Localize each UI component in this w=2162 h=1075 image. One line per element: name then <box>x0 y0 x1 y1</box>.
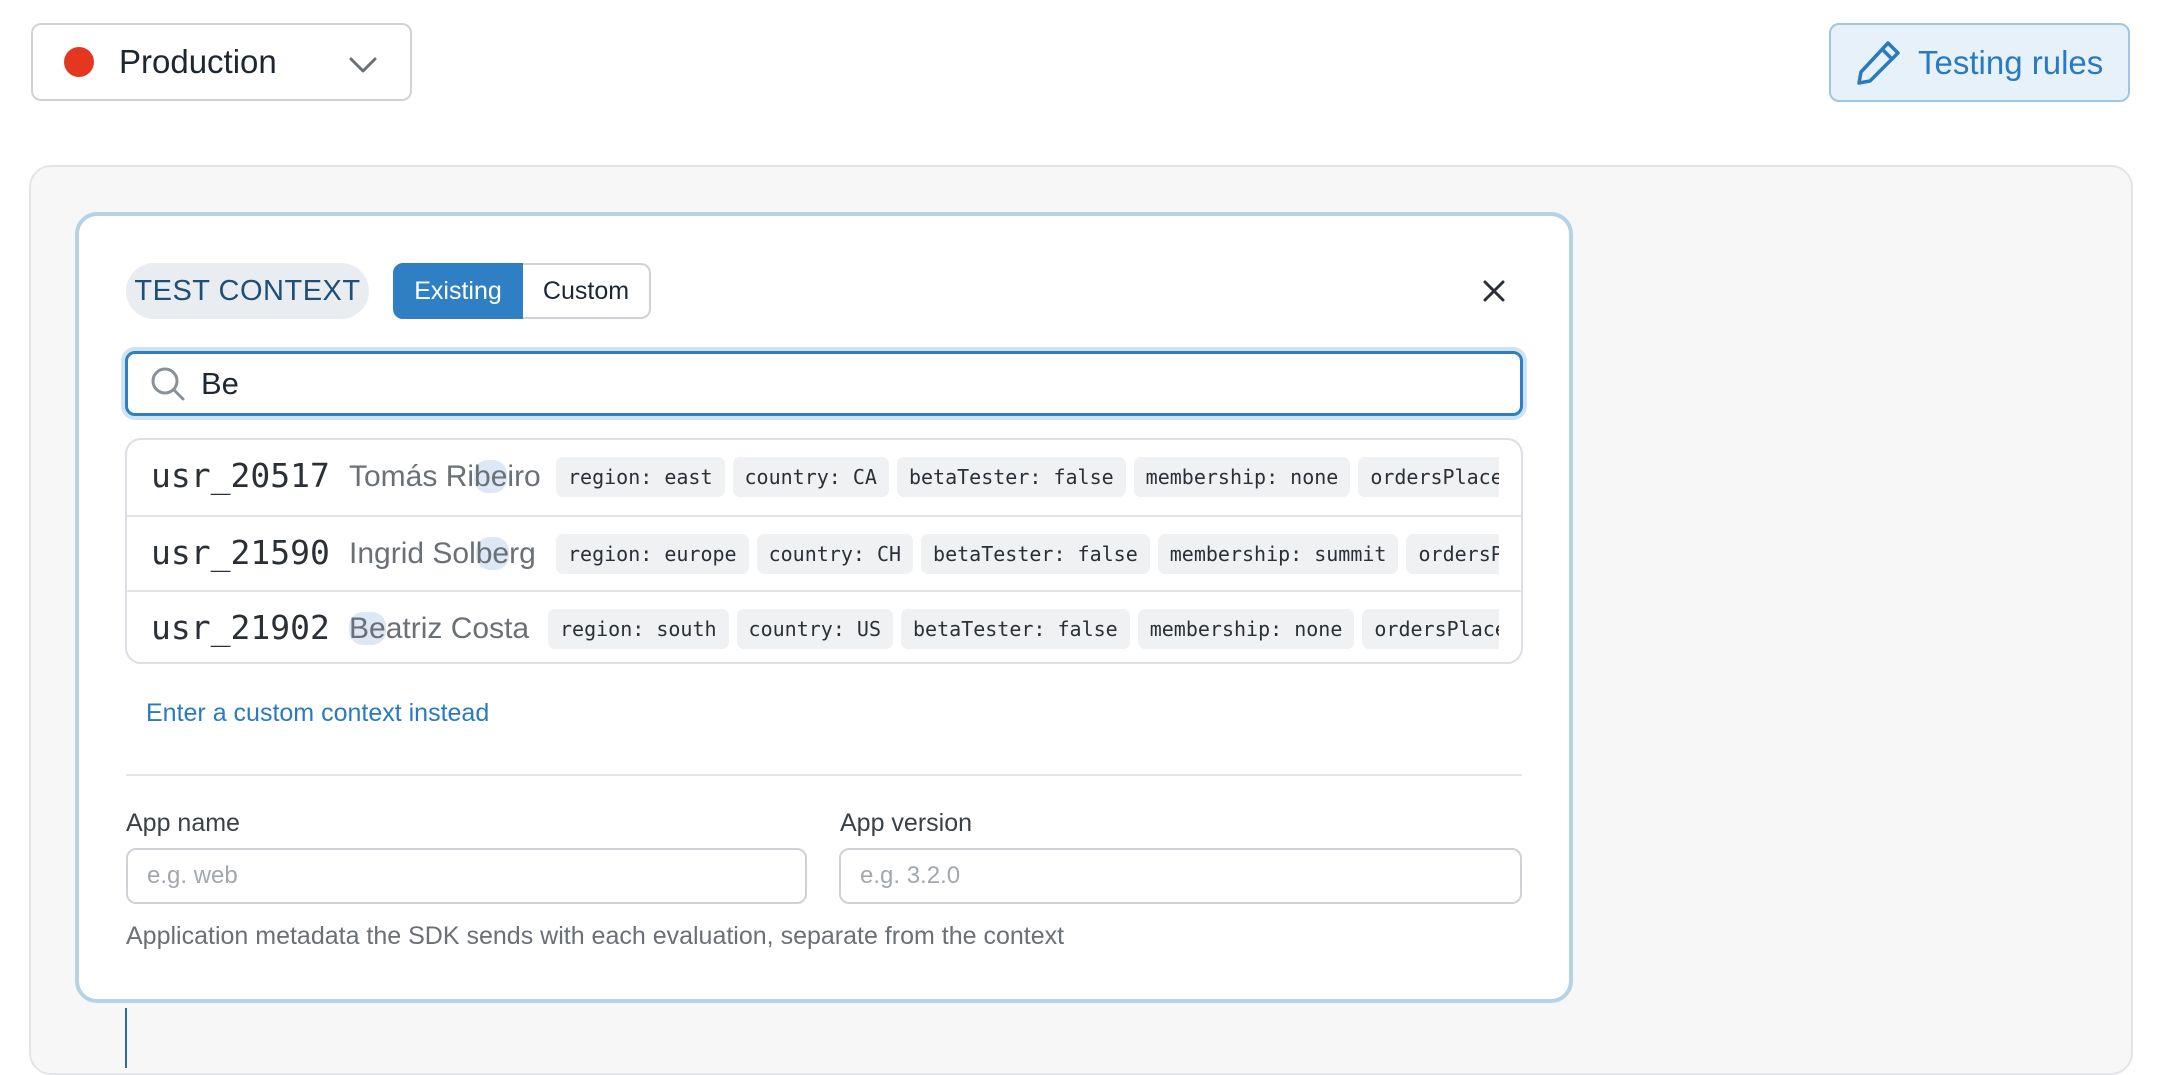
pencil-icon <box>1857 40 1900 85</box>
custom-context-link[interactable]: Enter a custom context instead <box>146 699 489 728</box>
environment-status-dot <box>64 47 94 77</box>
context-search-field[interactable] <box>125 351 1523 416</box>
test-context-badge: TEST CONTEXT <box>126 263 369 319</box>
result-attribute-tags: region: east country: CA betaTester: fal… <box>556 457 1499 497</box>
context-results-list: usr_20517 Tomás Ribeiro region: east cou… <box>125 438 1523 664</box>
flow-connector-line <box>125 1008 127 1068</box>
context-search-input[interactable] <box>201 365 1501 402</box>
app-name-input[interactable] <box>147 862 757 890</box>
attribute-tag: membership: summit <box>1157 534 1399 574</box>
attribute-tag: betaTester: false <box>901 609 1130 649</box>
app-version-input[interactable] <box>860 862 1472 890</box>
attribute-tag: betaTester: false <box>921 534 1150 574</box>
attribute-tag: membership: none <box>1133 457 1351 497</box>
result-row[interactable]: usr_20517 Tomás Ribeiro region: east cou… <box>127 440 1521 515</box>
search-match-highlight: be <box>474 460 508 493</box>
attribute-tag: region: europe <box>556 534 749 574</box>
environment-label: Production <box>119 43 277 80</box>
result-user-name: Ingrid Solberg <box>349 537 536 570</box>
attribute-tag: membership: none <box>1137 609 1355 649</box>
result-row[interactable]: usr_21902 Beatriz Costa region: south co… <box>127 590 1521 662</box>
testing-rules-label: Testing rules <box>1918 43 2104 81</box>
chevron-down-icon <box>349 57 377 73</box>
app-name-field[interactable] <box>126 848 807 904</box>
testing-rules-button[interactable]: Testing rules <box>1829 23 2130 102</box>
attribute-tag: betaTester: false <box>896 457 1126 497</box>
search-match-highlight: be <box>475 537 510 570</box>
context-mode-toggle: Existing Custom <box>393 263 651 319</box>
attribute-tag: ordersPlaced <box>1362 609 1499 649</box>
app-metadata-help-text: Application metadata the SDK sends with … <box>126 922 1065 950</box>
result-row[interactable]: usr_21590 Ingrid Solberg region: europe … <box>127 515 1521 590</box>
result-attribute-tags: region: south country: US betaTester: fa… <box>548 609 1499 649</box>
result-user-id: usr_20517 <box>151 456 330 495</box>
attribute-tag: region: south <box>548 609 729 649</box>
attribute-tag: country: CA <box>732 457 889 497</box>
attribute-tag: ordersPlaced <box>1406 534 1499 574</box>
close-icon[interactable] <box>1477 274 1511 308</box>
search-icon <box>151 367 185 400</box>
app-version-field[interactable] <box>839 848 1522 904</box>
search-match-highlight: Be <box>349 612 386 645</box>
app-name-label: App name <box>126 809 240 837</box>
result-attribute-tags: region: europe country: CH betaTester: f… <box>556 534 1499 574</box>
app-version-label: App version <box>840 809 973 837</box>
custom-tab[interactable]: Custom <box>523 263 651 319</box>
attribute-tag: country: CH <box>756 534 914 574</box>
result-user-name: Tomás Ribeiro <box>349 460 541 493</box>
existing-tab[interactable]: Existing <box>393 263 523 319</box>
result-user-id: usr_21590 <box>151 533 330 572</box>
result-user-name: Beatriz Costa <box>349 612 530 645</box>
result-user-id: usr_21902 <box>151 608 330 647</box>
attribute-tag: region: east <box>556 457 725 497</box>
section-divider <box>126 774 1522 776</box>
environment-select[interactable]: Production <box>31 23 412 101</box>
attribute-tag: country: US <box>736 609 893 649</box>
attribute-tag: ordersPlaced <box>1358 457 1499 497</box>
